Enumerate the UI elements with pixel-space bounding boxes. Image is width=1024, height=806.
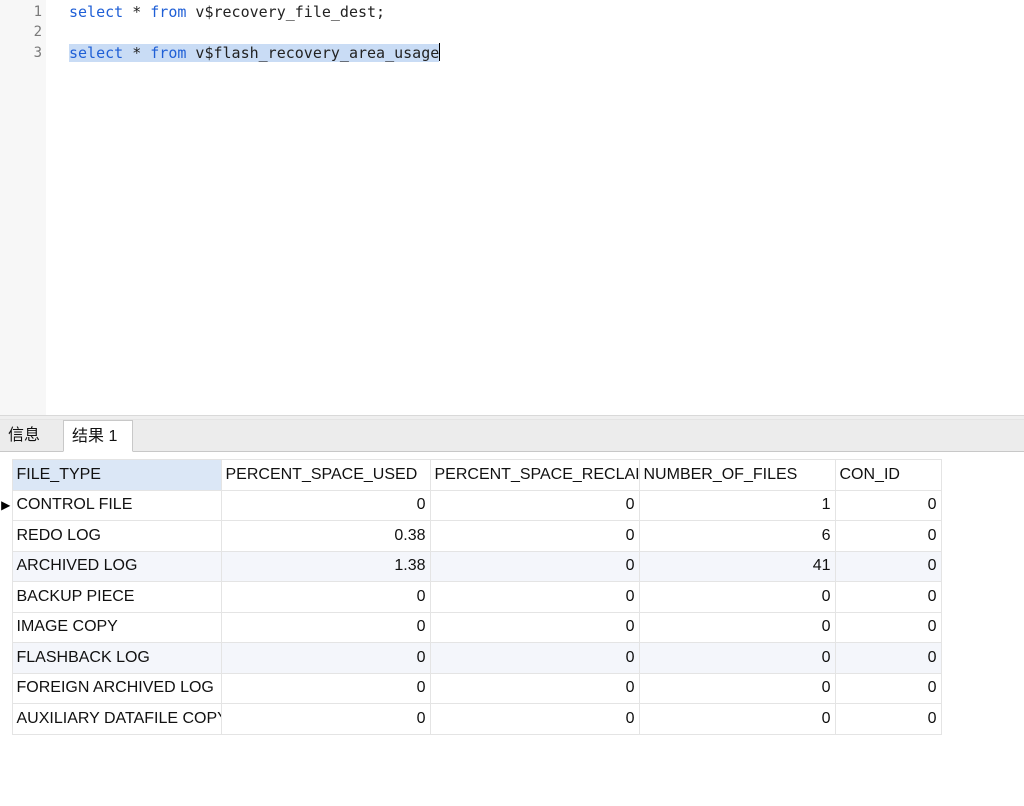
table-cell[interactable]: 0 (429, 611, 640, 643)
table-cell[interactable]: 0 (638, 581, 836, 613)
table-cell[interactable]: 0 (834, 489, 942, 521)
table-cell[interactable]: AUXILIARY DATAFILE COPY (11, 703, 222, 735)
line-number-gutter: 1 2 3 (0, 0, 46, 415)
table-row[interactable]: REDO LOG 0.38 0 6 0 (0, 520, 942, 552)
row-indicator (0, 643, 12, 674)
line-number: 2 (33, 24, 42, 40)
table-cell[interactable]: BACKUP PIECE (11, 581, 222, 613)
table-cell[interactable]: 0 (220, 489, 431, 521)
table-cell[interactable]: 0 (220, 642, 431, 674)
result-grid[interactable]: FILE_TYPE PERCENT_SPACE_USED PERCENT_SPA… (0, 452, 1024, 806)
code-text: * (123, 3, 151, 21)
table-cell[interactable]: FLASHBACK LOG (11, 642, 222, 674)
table-cell[interactable]: 1 (638, 489, 836, 521)
table-cell[interactable]: FOREIGN ARCHIVED LOG (11, 672, 222, 704)
table-row[interactable]: ▶ CONTROL FILE 0 0 1 0 (0, 489, 942, 521)
code-text: v$flash_recovery_area_usage (186, 44, 440, 62)
table-cell[interactable]: 1.38 (220, 550, 431, 582)
code-line-3[interactable]: select * from v$flash_recovery_area_usag… (69, 43, 441, 63)
result-tab-bar: 信息 结果 1 (0, 420, 1024, 452)
table-cell[interactable]: ARCHIVED LOG (11, 550, 222, 582)
table-cell[interactable]: 0 (220, 672, 431, 704)
code-line-1[interactable]: select * from v$recovery_file_dest; (69, 2, 385, 22)
table-cell[interactable]: 0 (834, 550, 942, 582)
table-cell[interactable]: 0 (834, 520, 942, 552)
table-cell[interactable]: 0 (638, 642, 836, 674)
line-number: 3 (33, 45, 42, 61)
row-indicator: ▶ (1, 498, 11, 513)
table-cell[interactable]: 0 (429, 672, 640, 704)
sql-editor[interactable]: 1 2 3 select * from v$recovery_file_dest… (0, 0, 1024, 415)
table-cell[interactable]: 0 (638, 672, 836, 704)
row-indicator (0, 551, 12, 582)
table-cell[interactable]: 41 (638, 550, 836, 582)
keyword: from (150, 3, 187, 21)
text-caret (439, 43, 441, 61)
table-cell[interactable]: 0 (834, 611, 942, 643)
column-header-number-of-files[interactable]: NUMBER_OF_FILES (638, 459, 836, 491)
table-row[interactable]: FLASHBACK LOG 0 0 0 0 (0, 642, 942, 674)
table-cell[interactable]: 0 (429, 642, 640, 674)
table-cell[interactable]: CONTROL FILE (11, 489, 222, 521)
column-header-percent-space-reclaimable[interactable]: PERCENT_SPACE_RECLAIMABLE (429, 459, 640, 491)
table-cell[interactable]: 0 (220, 611, 431, 643)
table-cell[interactable]: 0 (429, 703, 640, 735)
table-row[interactable]: FOREIGN ARCHIVED LOG 0 0 0 0 (0, 672, 942, 704)
result-table: FILE_TYPE PERCENT_SPACE_USED PERCENT_SPA… (0, 459, 942, 735)
line-number: 1 (33, 4, 42, 20)
code-text: * (123, 44, 151, 62)
table-row[interactable]: AUXILIARY DATAFILE COPY 0 0 0 0 (0, 703, 942, 735)
keyword: from (150, 44, 187, 62)
table-cell[interactable]: 6 (638, 520, 836, 552)
keyword: select (69, 44, 124, 62)
tab-result-1[interactable]: 结果 1 (63, 420, 133, 452)
table-cell[interactable]: 0.38 (220, 520, 431, 552)
code-text: v$recovery_file_dest; (186, 3, 386, 21)
table-cell[interactable]: 0 (834, 642, 942, 674)
header-row: FILE_TYPE PERCENT_SPACE_USED PERCENT_SPA… (0, 459, 942, 491)
table-cell[interactable]: IMAGE COPY (11, 611, 222, 643)
row-indicator (0, 612, 12, 643)
table-cell[interactable]: 0 (429, 581, 640, 613)
table-cell[interactable]: 0 (638, 611, 836, 643)
column-header-con-id[interactable]: CON_ID (834, 459, 942, 491)
table-row[interactable]: ARCHIVED LOG 1.38 0 41 0 (0, 550, 942, 582)
tab-info[interactable]: 信息 (0, 420, 62, 452)
selected-text: select * from v$flash_recovery_area_usag… (69, 44, 440, 62)
row-indicator (0, 521, 12, 552)
table-cell[interactable]: 0 (220, 581, 431, 613)
keyword: select (69, 3, 124, 21)
table-cell[interactable]: 0 (220, 703, 431, 735)
column-header-file-type[interactable]: FILE_TYPE (11, 459, 222, 491)
row-indicator (0, 582, 12, 613)
table-cell[interactable]: 0 (429, 489, 640, 521)
table-cell[interactable]: 0 (834, 703, 942, 735)
row-indicator (0, 704, 12, 735)
table-row[interactable]: IMAGE COPY 0 0 0 0 (0, 611, 942, 643)
column-header-percent-space-used[interactable]: PERCENT_SPACE_USED (220, 459, 431, 491)
table-cell[interactable]: 0 (429, 550, 640, 582)
table-row[interactable]: BACKUP PIECE 0 0 0 0 (0, 581, 942, 613)
table-cell[interactable]: 0 (638, 703, 836, 735)
table-cell[interactable]: 0 (834, 672, 942, 704)
table-cell[interactable]: REDO LOG (11, 520, 222, 552)
table-cell[interactable]: 0 (834, 581, 942, 613)
table-cell[interactable]: 0 (429, 520, 640, 552)
row-indicator (0, 673, 12, 704)
row-indicator-header (0, 459, 12, 490)
